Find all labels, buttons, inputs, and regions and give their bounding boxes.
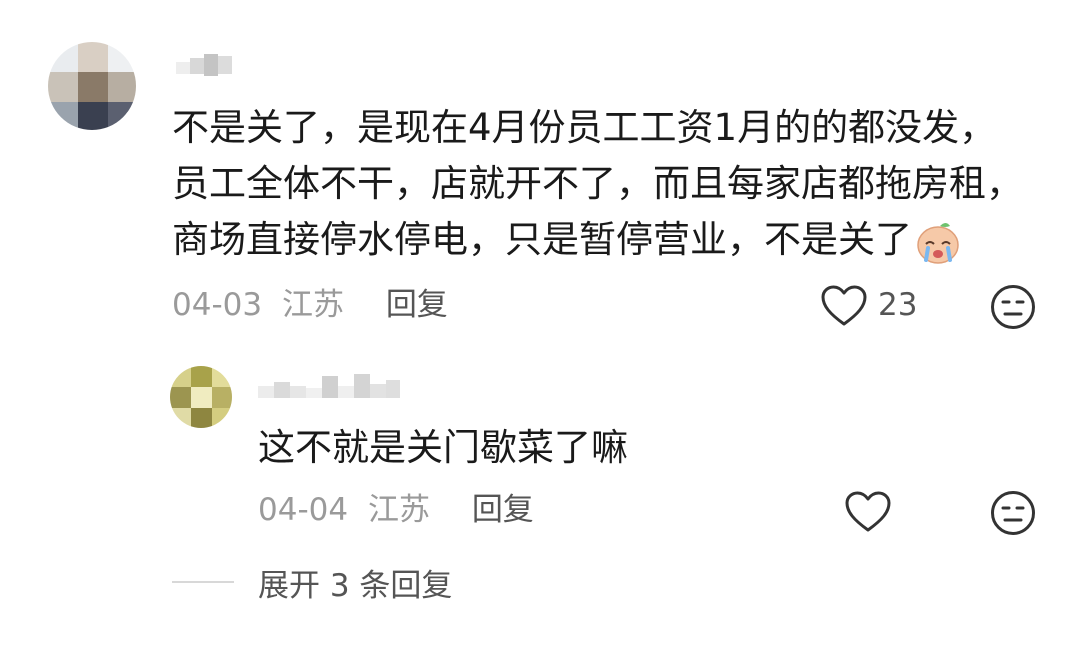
comment-text-line: 不是关了，是现在4月份员工工资1月的的都没发，: [172, 106, 997, 149]
expand-replies-label: 展开 3 条回复: [258, 567, 453, 604]
comment-text: 不是关了，是现在4月份员工工资1月的的都没发， 员工全体不干，店就开不了，而且每…: [172, 100, 1023, 268]
comment-reply-button[interactable]: 回复: [386, 285, 448, 325]
reply-username[interactable]: [258, 372, 402, 402]
comment-location: 江苏: [281, 287, 344, 323]
reply-text: 这不就是关门歇菜了嘛: [258, 426, 628, 469]
neutral-face-icon: [991, 285, 1035, 329]
reply-location: 江苏: [367, 492, 430, 528]
comment-avatar[interactable]: [48, 42, 136, 130]
reply-avatar[interactable]: [170, 366, 232, 428]
expand-replies-button[interactable]: 展开 3 条回复: [172, 562, 453, 604]
comment-like-button[interactable]: [820, 284, 868, 328]
reply-date: 04-04: [258, 492, 349, 528]
comment-text-line-content: 商场直接停水停电，只是暂停营业，不是关了: [172, 218, 912, 261]
comment-meta: 04-03 江苏 回复: [172, 285, 448, 325]
reply-reply-button[interactable]: 回复: [472, 490, 534, 530]
reply-meta: 04-04 江苏 回复: [258, 490, 534, 530]
neutral-face-icon: [991, 491, 1035, 535]
crying-face-emoji: [914, 218, 962, 266]
heart-icon: [845, 491, 891, 532]
reply-dislike-button[interactable]: [990, 490, 1036, 536]
comment-like-count: 23: [878, 287, 918, 323]
comment-text-line: 员工全体不干，店就开不了，而且每家店都拖房租，: [172, 162, 1023, 205]
divider: [172, 581, 234, 583]
comment-username[interactable]: [176, 52, 234, 80]
comment-text-line: 商场直接停水停电，只是暂停营业，不是关了: [172, 212, 1023, 268]
comment-date: 04-03: [172, 287, 263, 323]
heart-icon: [821, 285, 867, 326]
reply-like-button[interactable]: [844, 490, 892, 534]
comment-dislike-button[interactable]: [990, 284, 1036, 330]
